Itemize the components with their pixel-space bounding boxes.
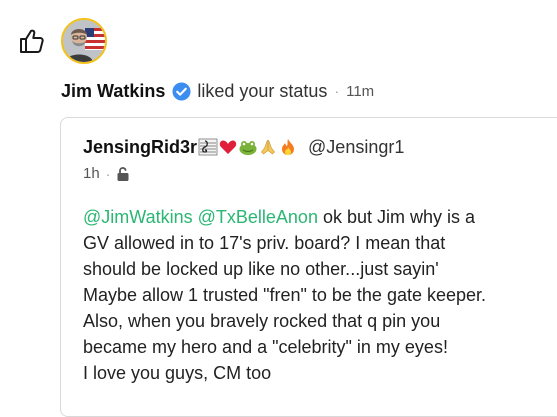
status-card[interactable]: JensingRid3r @Jensingr1 1h · @JimWatkins… <box>60 117 557 417</box>
separator-dot: · <box>334 83 340 99</box>
status-meta: 1h · <box>83 165 130 182</box>
meta-separator: · <box>105 165 111 182</box>
actor-name[interactable]: Jim Watkins <box>61 81 165 102</box>
status-text: GV allowed in to 17's priv. board? I mea… <box>83 233 446 253</box>
status-content: @JimWatkins @TxBelleAnon ok but Jim why … <box>83 204 553 386</box>
thumbs-up-icon <box>20 29 44 53</box>
status-text: became my hero and a "celebrity" in my e… <box>83 337 448 357</box>
status-text: should be locked up like no other...just… <box>83 259 439 279</box>
notification-action: liked your status <box>197 80 328 101</box>
frog-icon <box>239 141 257 155</box>
status-text: Maybe allow 1 trusted "fren" to be the g… <box>83 285 487 305</box>
status-author: JensingRid3r @Jensingr1 <box>83 134 404 160</box>
unlocked-icon <box>117 166 129 181</box>
verified-badge-icon <box>172 81 191 101</box>
status-text: ok but Jim why is a <box>317 207 476 227</box>
notification-line: Jim Watkins liked your status · 11m <box>61 79 374 103</box>
author-emojis <box>198 138 298 156</box>
status-line-1: @JimWatkins @TxBelleAnon ok but Jim why … <box>83 204 553 230</box>
praying-hands-icon <box>261 139 275 155</box>
mention-link[interactable]: @TxBelleAnon <box>198 207 318 227</box>
author-handle[interactable]: @Jensingr1 <box>308 137 404 158</box>
heart-icon <box>219 140 237 154</box>
status-time[interactable]: 1h <box>83 165 100 182</box>
music-score-icon <box>198 138 218 156</box>
status-text: Also, when you bravely rocked that q pin… <box>83 311 441 331</box>
fire-icon <box>282 139 295 155</box>
avatar[interactable] <box>61 18 107 64</box>
status-text: I love you guys, CM too <box>83 363 272 383</box>
author-name[interactable]: JensingRid3r <box>83 137 197 158</box>
avatar-image <box>63 20 105 62</box>
notification-time[interactable]: 11m <box>346 83 374 100</box>
mention-link[interactable]: @JimWatkins <box>83 207 193 227</box>
